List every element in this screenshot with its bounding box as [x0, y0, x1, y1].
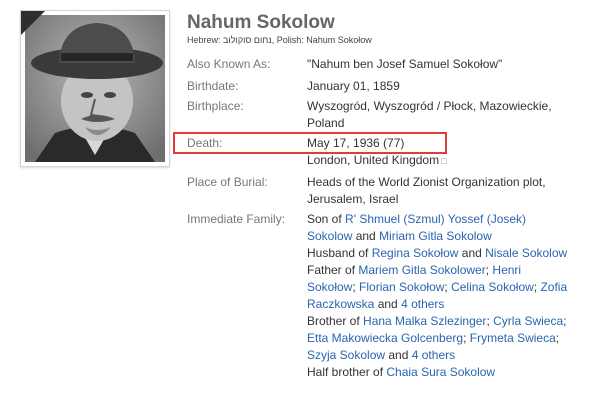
son-of-and: and [352, 229, 380, 243]
death-value: May 17, 1936 (77) London, United Kingdom… [307, 135, 572, 170]
aka-label: Also Known As: [187, 57, 271, 71]
father-of-and: and [374, 297, 402, 311]
child-link-1[interactable]: Mariem Gitla Sokolower [358, 263, 485, 277]
portrait-photo-icon [25, 15, 165, 162]
birthdate-label: Birthdate: [187, 79, 239, 93]
brother-of-prefix: Brother of [307, 314, 364, 328]
aka-value: "Nahum ben Josef Samuel Sokołow" [307, 57, 503, 71]
family-brother-of: Brother of Hana Malka Szlezinger; Cyrla … [307, 313, 572, 364]
father-of-prefix: Father of [307, 263, 359, 277]
children-more-link[interactable]: 4 others [401, 297, 444, 311]
half-sibling-link-1[interactable]: Chaia Sura Sokolow [386, 365, 495, 379]
profile-photo-frame[interactable] [20, 10, 170, 167]
family-husband-of: Husband of Regina Sokołow and Nisale Sok… [307, 245, 572, 262]
birthplace-label: Birthplace: [187, 99, 244, 113]
family-father-of: Father of Mariem Gitla Sokolower; Henri … [307, 262, 572, 313]
wife-link-2[interactable]: Nisale Sokolow [485, 246, 567, 260]
siblings-more-link[interactable]: 4 others [412, 348, 455, 362]
mother-link[interactable]: Miriam Gitla Sokolow [379, 229, 492, 243]
sep: ; [555, 331, 560, 345]
external-link-icon[interactable]: □ [441, 156, 446, 166]
sibling-link-5[interactable]: Szyja Sokolow [307, 348, 385, 362]
family-son-of: Son of R' Shmuel (Szmul) Yossef (Josek) … [307, 211, 572, 245]
death-label: Death: [187, 136, 223, 150]
profile-alt-names: Hebrew: נחום סוקולוב, Polish: Nahum Soko… [187, 35, 372, 45]
profile-name: Nahum Sokolow [187, 12, 335, 33]
sep: ; [463, 331, 470, 345]
birthdate-value: January 01, 1859 [307, 79, 400, 93]
family-list: Son of R' Shmuel (Szmul) Yossef (Josek) … [307, 211, 572, 381]
burial-value: Heads of the World Zionist Organization … [307, 175, 546, 206]
son-of-prefix: Son of [307, 212, 346, 226]
sibling-link-1[interactable]: Hana Malka Szlezinger [363, 314, 486, 328]
birthplace-value: Wyszogród, Wyszogród / Płock, Mazowiecki… [307, 99, 552, 130]
sep: ; [563, 314, 567, 328]
child-link-4[interactable]: Celina Sokołow [451, 280, 534, 294]
half-brother-of-prefix: Half brother of [307, 365, 387, 379]
profile-photo[interactable] [25, 15, 165, 162]
husband-of-and: and [458, 246, 486, 260]
family-label: Immediate Family: [187, 212, 286, 226]
death-date: May 17, 1936 (77) [307, 136, 405, 150]
sibling-link-4[interactable]: Frymeta Swieca [470, 331, 556, 345]
sibling-link-3[interactable]: Etta Makowiecka Golcenberg [307, 331, 463, 345]
husband-of-prefix: Husband of [307, 246, 372, 260]
wife-link-1[interactable]: Regina Sokołow [372, 246, 459, 260]
family-half-brother-of: Half brother of Chaia Sura Sokolow [307, 364, 572, 381]
child-link-3[interactable]: Florian Sokołow [359, 280, 444, 294]
death-place: London, United Kingdom [307, 153, 440, 167]
burial-label: Place of Burial: [187, 175, 268, 189]
photo-corner-ribbon [21, 11, 45, 35]
brother-of-and: and [385, 348, 412, 362]
sibling-link-2[interactable]: Cyrla Swieca [493, 314, 563, 328]
